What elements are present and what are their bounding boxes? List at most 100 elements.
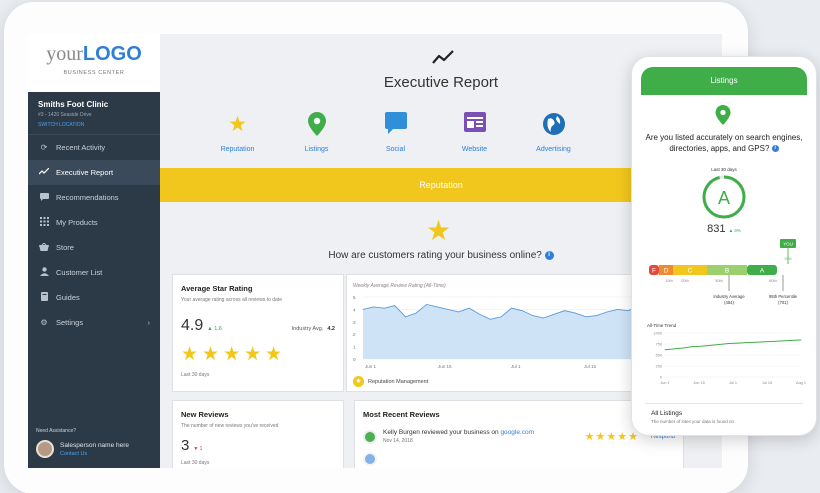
tab-advertising[interactable]: Advertising <box>514 112 593 153</box>
review-summary: Kelly Burgen reviewed your business on g… <box>383 429 535 436</box>
nav-item-executive-report[interactable]: Executive Report <box>28 160 160 185</box>
percentile-scale: YOU 97% F D C B A 10th 20th 50th 80th Industry Aver… <box>649 239 798 305</box>
nav-item-settings[interactable]: ⚙ Settings › <box>28 310 160 335</box>
x-tick-label: Jul 15 <box>762 381 772 385</box>
trend-icon <box>38 167 50 177</box>
nav-item-label: Guides <box>56 293 80 302</box>
y-tick-label: 750 <box>656 343 662 347</box>
data-point <box>447 309 449 310</box>
nav-item-my-products[interactable]: My Products <box>28 210 160 235</box>
chart-footer-label: Reputation Management <box>368 378 429 385</box>
review-item: Kelly Burgen reviewed your business on g… <box>363 429 675 444</box>
y-tick-label: 3 <box>353 320 356 325</box>
trend-point <box>782 340 784 342</box>
client-name: Smiths Foot Clinic <box>38 100 109 109</box>
x-tick-label: Jun 1 <box>660 381 669 385</box>
nav-item-label: Recent Activity <box>56 143 106 152</box>
info-icon[interactable]: i <box>544 250 554 260</box>
reviewer-avatar <box>363 429 377 444</box>
salesperson-name: Salesperson name here <box>60 441 130 449</box>
switch-location-link[interactable]: SWITCH LOCATION <box>38 122 150 128</box>
review-source-link[interactable]: google.com <box>500 429 534 436</box>
nav-item-recommendations[interactable]: Recommendations <box>28 185 160 210</box>
grade-letter: F <box>652 268 656 275</box>
trend-point <box>700 345 702 347</box>
tab-label: Reputation <box>220 146 255 153</box>
trend-point <box>728 343 729 344</box>
p95-label: 95th Percentile <box>769 294 798 299</box>
data-point <box>500 316 502 318</box>
grade-letter: C <box>688 268 693 275</box>
tab-website[interactable]: Website <box>435 112 514 153</box>
average-rating-card: Average Star Rating Your average rating … <box>172 274 344 392</box>
salesperson-card: Salesperson name here Contact Us <box>36 440 129 458</box>
y-tick-label: 0 <box>660 376 662 380</box>
brand-logo: yourLOGO <box>46 43 142 65</box>
refresh-icon: ⟳ <box>40 143 48 152</box>
card-title: New Reviews <box>181 410 229 419</box>
grade-letter: D <box>664 268 669 275</box>
grade-letter: A <box>760 268 765 275</box>
app-screen: yourLOGO BUSINESS CENTER Smiths Foot Cli… <box>28 34 722 468</box>
trend-point <box>773 340 775 342</box>
nav-item-recent-activity[interactable]: ⟳ Recent Activity <box>28 135 160 160</box>
listings-header: Listings <box>641 67 807 95</box>
x-tick-label: Aug 1 <box>796 381 806 385</box>
period-label: Last 30 days <box>181 460 210 466</box>
industry-avg-value: 4.2 <box>327 326 335 332</box>
percentile-tick: 20th <box>681 279 688 283</box>
data-point <box>426 304 428 305</box>
new-reviews-card: New Reviews The number of new reviews yo… <box>172 400 344 468</box>
data-point <box>394 305 396 307</box>
data-point <box>532 315 534 316</box>
data-point <box>383 307 385 309</box>
nav-item-customer-list[interactable]: Customer List <box>28 260 160 285</box>
data-point <box>468 307 470 309</box>
y-tick-label: 500 <box>656 354 662 358</box>
listings-question: Are you listed accurately on search engi… <box>645 133 803 153</box>
star-icon: ★ <box>228 113 247 136</box>
x-tick-label: Jul 15 <box>584 364 597 369</box>
y-tick-label: 4 <box>353 307 356 312</box>
tab-social[interactable]: Social <box>356 112 435 153</box>
card-title: Most Recent Reviews <box>363 410 440 419</box>
x-tick-label: Jun 15 <box>438 364 452 369</box>
data-point <box>627 310 629 312</box>
grade-letter: A <box>718 188 730 208</box>
y-tick-label: 1 <box>353 345 356 350</box>
tab-reputation[interactable]: ★ Reputation <box>198 112 277 153</box>
nav-item-store[interactable]: Store <box>28 235 160 260</box>
chat-icon <box>38 192 50 203</box>
trend-point <box>791 340 793 341</box>
listing-score: 831 ▲ 3% <box>707 223 741 235</box>
contact-us-link[interactable]: Contact Us <box>60 451 129 457</box>
tab-listings[interactable]: Listings <box>277 112 356 153</box>
card-subtitle: The number of new reviews you've receive… <box>181 423 279 429</box>
book-icon <box>38 292 50 303</box>
brand-subtitle: BUSINESS CENTER <box>63 70 125 76</box>
nav-item-guides[interactable]: Guides <box>28 285 160 310</box>
assistance-heading: Need Assistance? <box>36 428 77 434</box>
data-point <box>362 309 364 310</box>
y-tick-label: 0 <box>353 357 356 362</box>
trend-point <box>673 348 675 350</box>
tab-label: Website <box>461 146 488 153</box>
report-tabs: ★ Reputation Listings Social Website Adv… <box>198 112 593 153</box>
pin-icon <box>277 112 356 138</box>
sidebar: yourLOGO BUSINESS CENTER Smiths Foot Cli… <box>28 34 160 468</box>
score-change: ▲ 3% <box>728 228 741 233</box>
info-icon[interactable]: i <box>771 144 779 152</box>
star-rating: ★★★★★ <box>181 344 287 365</box>
rating-change: ▲ 1.6 <box>207 326 222 332</box>
period-label: Last 30 days <box>181 372 210 378</box>
all-listings-card[interactable]: All Listings The number of sites your da… <box>645 403 803 427</box>
phone-screen: Listings Are you listed accurately on se… <box>641 67 807 427</box>
data-point <box>596 315 597 316</box>
nav-item-label: Store <box>56 243 74 252</box>
chart-title: Weekly Average Review Rating (All-Time) <box>353 283 446 289</box>
basket-icon <box>38 241 50 253</box>
percentile-tick: 80th <box>769 279 776 283</box>
nav-item-label: My Products <box>56 218 98 227</box>
data-point <box>511 307 513 309</box>
logo-area[interactable]: yourLOGO BUSINESS CENTER <box>28 34 160 92</box>
